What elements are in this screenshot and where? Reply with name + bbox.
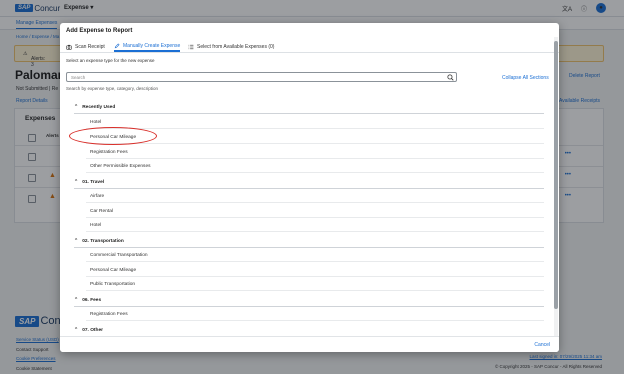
item-divider [86, 231, 544, 232]
section-title: 07. Other [82, 327, 103, 333]
section-recently-used[interactable]: ⌃ Recently Used [74, 104, 115, 110]
expense-type-search-input[interactable]: Search [66, 72, 457, 82]
tab-manually-create-label: Manually Create Expense [123, 43, 181, 49]
chevron-up-icon: ⌃ [74, 104, 79, 110]
section-transportation[interactable]: ⌃ 02. Transportation [74, 238, 124, 244]
add-expense-dialog: Add Expense to Report Scan Receipt Manua… [60, 23, 559, 352]
list-item[interactable]: Registration Fees [90, 312, 128, 317]
pencil-icon [114, 43, 120, 49]
section-divider [74, 113, 544, 114]
search-icon[interactable] [447, 74, 454, 81]
list-item[interactable]: Hotel [90, 120, 101, 125]
section-fees[interactable]: ⌃ 06. Fees [74, 297, 101, 303]
scrollbar-thumb[interactable] [554, 41, 558, 309]
dialog-tabs: Scan Receipt Manually Create Expense Sel… [60, 40, 559, 53]
tab-select-available-expenses[interactable]: Select from Available Expenses (0) [188, 42, 274, 52]
list-item[interactable]: Commercial Transportation [90, 253, 148, 258]
list-item[interactable]: Personal Car Mileage [90, 268, 136, 273]
item-divider [86, 290, 544, 291]
section-title: 06. Fees [82, 297, 102, 303]
list-item[interactable]: Registration Fees [90, 150, 128, 155]
item-divider [86, 128, 544, 129]
section-divider [74, 188, 544, 189]
section-title: 02. Transportation [82, 238, 124, 244]
dialog-footer: Cancel [60, 336, 559, 352]
chevron-up-icon: ⌃ [74, 327, 79, 333]
search-hint: Search by expense type, category, descri… [66, 86, 158, 91]
section-other[interactable]: ⌃ 07. Other [74, 327, 103, 333]
section-divider [74, 247, 544, 248]
item-divider [86, 158, 544, 159]
tab-scan-receipt-label: Scan Receipt [75, 44, 105, 50]
list-item[interactable]: Public Transportation [90, 282, 135, 287]
item-divider [86, 217, 544, 218]
chevron-up-icon: ⌃ [74, 297, 79, 303]
item-divider [86, 320, 544, 321]
section-title: Recently Used [82, 104, 116, 110]
tab-manually-create-expense[interactable]: Manually Create Expense [114, 42, 181, 52]
list-icon [188, 44, 194, 50]
list-item[interactable]: Hotel [90, 223, 101, 228]
dialog-title: Add Expense to Report [66, 28, 133, 34]
item-divider [86, 172, 544, 173]
search-placeholder: Search [71, 75, 86, 80]
camera-icon [66, 44, 72, 50]
list-item[interactable]: Other Permissible Expenses [90, 164, 151, 169]
section-travel[interactable]: ⌃ 01. Travel [74, 179, 104, 185]
list-item[interactable]: Car Rental [90, 209, 113, 214]
item-divider [86, 202, 544, 203]
cancel-button[interactable]: Cancel [534, 342, 550, 348]
collapse-all-sections-link[interactable]: Collapse All Sections [502, 75, 549, 81]
item-divider [86, 261, 544, 262]
highlight-ellipse [69, 127, 157, 145]
tab-select-available-label: Select from Available Expenses (0) [197, 44, 275, 50]
chevron-up-icon: ⌃ [74, 179, 79, 185]
dialog-instruction: Select an expense type for the new expen… [66, 58, 155, 63]
tab-scan-receipt[interactable]: Scan Receipt [66, 42, 105, 52]
item-divider [86, 276, 544, 277]
list-item[interactable]: Airfare [90, 194, 104, 199]
section-title: 01. Travel [82, 179, 105, 185]
section-divider [74, 306, 544, 307]
chevron-up-icon: ⌃ [74, 238, 79, 244]
item-divider [86, 143, 544, 144]
